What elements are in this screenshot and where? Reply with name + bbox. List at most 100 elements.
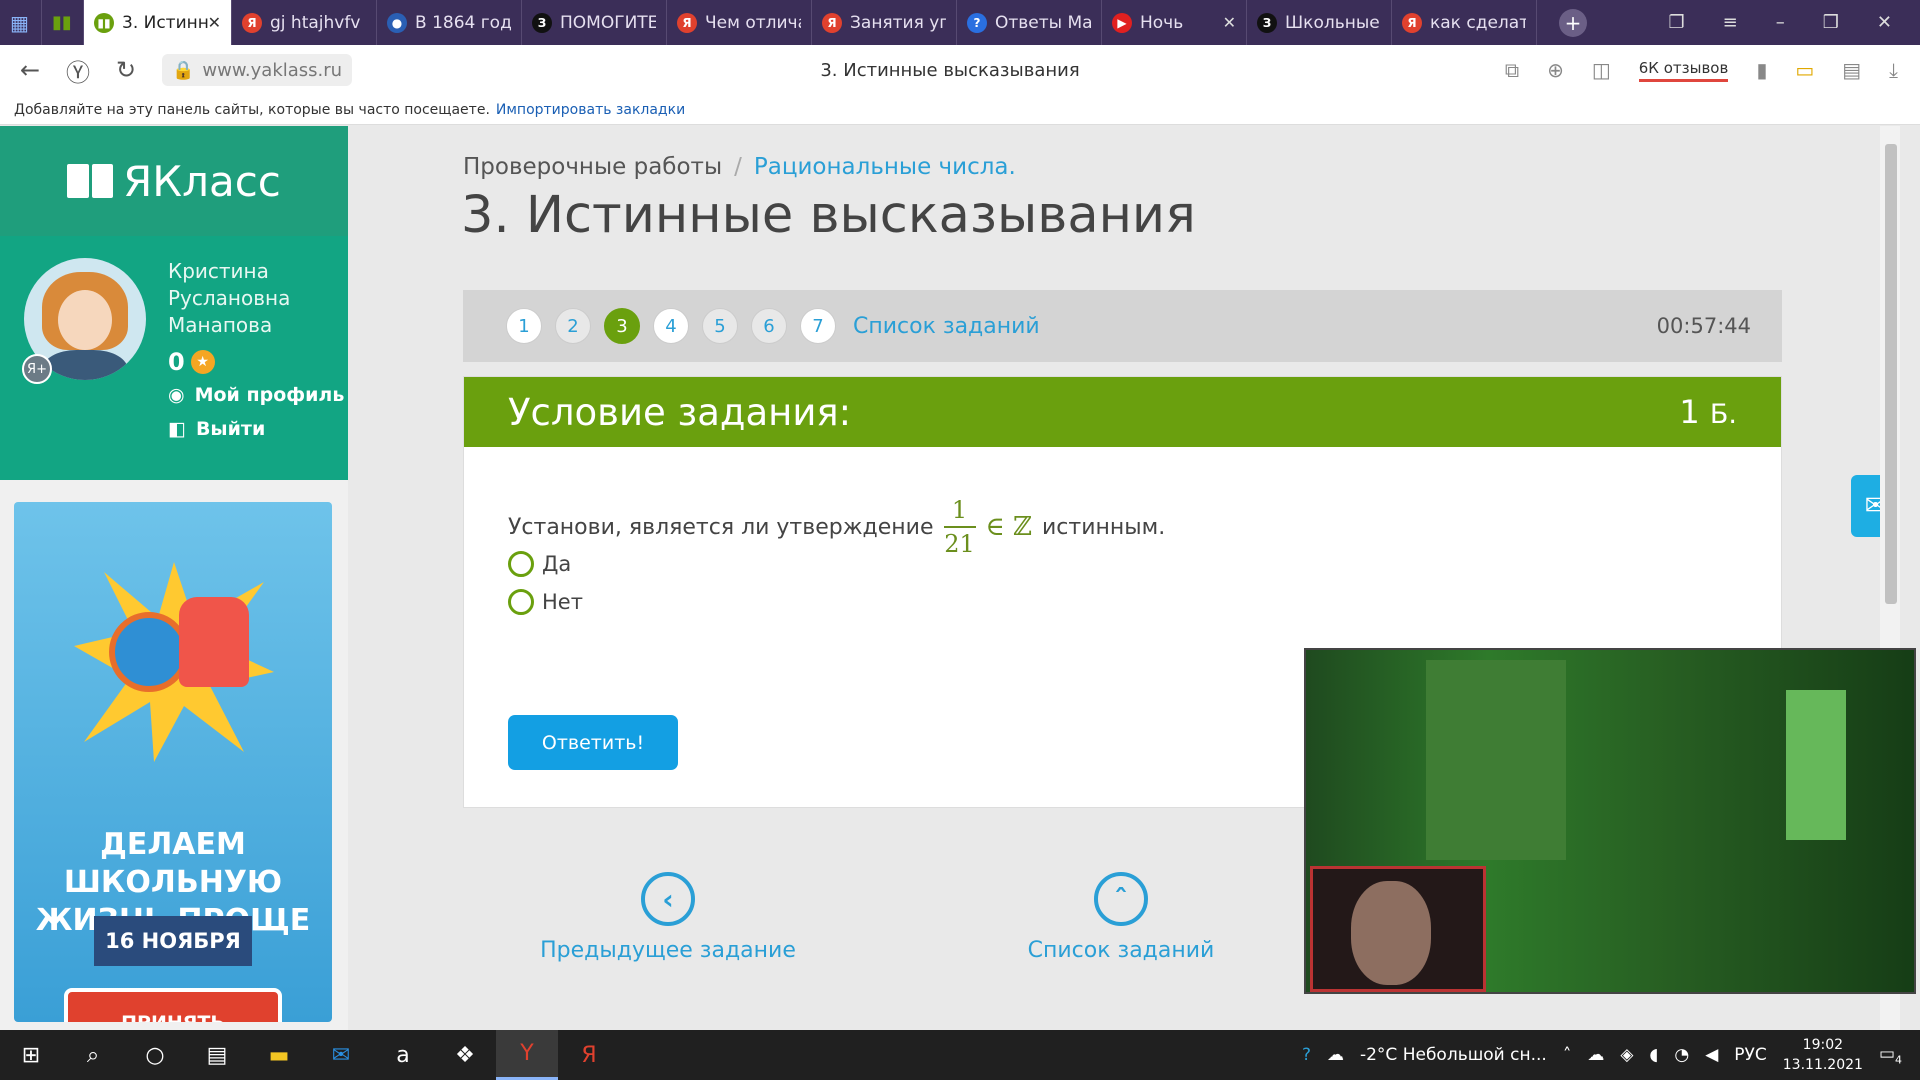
close-tab-icon[interactable]: ✕ (208, 13, 221, 32)
weather-icon[interactable]: ☁ (1327, 1045, 1344, 1065)
task-number-7[interactable]: 7 (800, 308, 836, 344)
start-icon[interactable]: ⊞ (0, 1030, 62, 1080)
task-number-1[interactable]: 1 (506, 308, 542, 344)
task-list-bottom-link[interactable]: ˆ Список заданий (971, 872, 1271, 963)
browser-tab[interactable]: З Школьные (1247, 0, 1392, 45)
dropbox-icon[interactable]: ❖ (434, 1030, 496, 1080)
help-icon[interactable]: ? (1302, 1045, 1311, 1065)
collections-icon[interactable]: ❐ (1669, 12, 1685, 33)
extensions-icon[interactable]: ⧉ (1505, 58, 1519, 82)
logo-text: ЯКласс (123, 156, 281, 206)
file-explorer-icon[interactable]: ▬ (248, 1030, 310, 1080)
user-icon: ◉ (168, 384, 185, 406)
url-field[interactable]: 🔒 www.yaklass.ru (162, 54, 353, 86)
browser-tab[interactable]: З ПОМОГИТЕ (522, 0, 667, 45)
video-door-right (1786, 690, 1846, 840)
clock[interactable]: 19:02 13.11.2021 (1783, 1035, 1863, 1075)
yandex-icon[interactable]: Ⓨ (60, 53, 96, 88)
notifications-icon[interactable]: ▭4 (1879, 1044, 1902, 1066)
url-text: www.yaklass.ru (202, 59, 343, 81)
bookmark-icon[interactable]: ▮ (1756, 58, 1767, 82)
browser-tab[interactable]: Я Занятия уго (812, 0, 957, 45)
browser-tab[interactable]: ▮▮ 3. Истинн ✕ (84, 0, 232, 45)
zoom-icon[interactable]: ⊕ (1547, 58, 1564, 82)
option-yes[interactable]: Да (508, 551, 571, 577)
import-bookmarks-link[interactable]: Импортировать закладки (496, 102, 685, 118)
chevron-up-icon: ˆ (1094, 872, 1148, 926)
task-number-2[interactable]: 2 (555, 308, 591, 344)
my-profile-link[interactable]: ◉ Мой профиль (168, 384, 344, 406)
favicon-icon: ▮▮ (94, 12, 114, 33)
submit-answer-button[interactable]: Ответить! (508, 715, 678, 770)
breadcrumb-root[interactable]: Проверочные работы (463, 154, 722, 180)
language-indicator[interactable]: РУС (1734, 1045, 1766, 1065)
mic-icon[interactable]: ◖ (1649, 1045, 1658, 1065)
minimize-icon[interactable]: – (1776, 12, 1785, 33)
question-text: Установи, является ли утверждение 1 21 ∈ … (508, 496, 1166, 558)
cortana-icon[interactable]: ○ (124, 1030, 186, 1080)
browser-tab[interactable]: Яgj htajhvfv 1 (232, 0, 377, 45)
tab-label: Школьные (1285, 12, 1380, 33)
task-number-4[interactable]: 4 (653, 308, 689, 344)
reviews-button[interactable]: 6К отзывов (1638, 59, 1729, 82)
yandex-app-icon[interactable]: Я (558, 1030, 620, 1080)
task-view-icon[interactable]: ▤ (186, 1030, 248, 1080)
task-list-link[interactable]: Список заданий (853, 314, 1040, 339)
browser-tab[interactable]: ? Ответы Mai (957, 0, 1102, 45)
breadcrumb-link[interactable]: Рациональные числа. (754, 154, 1016, 180)
backpack-graphic (179, 597, 249, 687)
menu-icon[interactable]: ≡ (1723, 12, 1738, 33)
reload-icon[interactable]: ↻ (108, 56, 144, 84)
task-card-header: Условие задания: 1 Б. (464, 377, 1781, 447)
scrollbar-thumb[interactable] (1885, 144, 1897, 604)
favicon-icon: ? (967, 12, 987, 33)
mail-app-icon[interactable]: ✉ (310, 1030, 372, 1080)
close-icon[interactable]: ✕ (1877, 12, 1892, 33)
yandex-browser-icon[interactable]: Y (496, 1030, 558, 1080)
star-icon: ★ (190, 350, 215, 374)
windows-taskbar: ⊞ ⌕ ○ ▤ ▬ ✉ a ❖ Y Я ? ☁ -2°C Небольшой с… (0, 1030, 1920, 1080)
tab-label: gj htajhvfv 1 (270, 12, 366, 33)
notes-icon[interactable]: ▤ (1842, 58, 1861, 82)
task-navigation: 1234567 Список заданий 00:57:44 (463, 290, 1782, 362)
radio-button[interactable] (508, 589, 534, 615)
radio-button[interactable] (508, 551, 534, 577)
chevron-up-tray-icon[interactable]: ˄ (1563, 1045, 1572, 1065)
back-icon[interactable]: ← (12, 56, 48, 84)
search-icon[interactable]: ⌕ (62, 1030, 124, 1080)
wifi-icon[interactable]: ◔ (1674, 1045, 1689, 1065)
promo-join-button[interactable]: ПРИНЯТЬ УЧАСТИЕ (64, 988, 282, 1022)
browser-tab[interactable]: Я Чем отлича (667, 0, 812, 45)
close-tab-icon[interactable]: ✕ (1223, 13, 1236, 32)
browser-tab[interactable]: ▶ Ночь ✕ (1102, 0, 1247, 45)
logout-link[interactable]: ◧ Выйти (168, 418, 265, 440)
onedrive-icon[interactable]: ☁ (1587, 1045, 1604, 1065)
yaklass-pinned-tab[interactable]: ▮▮ (42, 0, 84, 45)
option-no[interactable]: Нет (508, 589, 583, 615)
protect-icon[interactable]: ◫ (1592, 58, 1611, 82)
amazon-icon[interactable]: a (372, 1030, 434, 1080)
favicon-icon: ● (387, 12, 407, 33)
task-number-5[interactable]: 5 (702, 308, 738, 344)
page-title: 3. Истинные высказывания (461, 186, 1196, 245)
favicon-icon: Я (677, 12, 697, 33)
prev-task-link[interactable]: ‹ Предыдущее задание (518, 872, 818, 963)
windows-icon[interactable]: ▦ (0, 0, 42, 45)
battery-icon[interactable]: ▭ (1795, 58, 1814, 82)
restore-icon[interactable]: ❒ (1823, 12, 1839, 33)
task-number-3[interactable]: 3 (604, 308, 640, 344)
network-icon[interactable]: ◈ (1620, 1045, 1633, 1065)
browser-tab[interactable]: Якак сделать (1392, 0, 1537, 45)
new-tab-button[interactable]: + (1559, 8, 1587, 37)
promo-banner[interactable]: ДЕЛАЕМ ШКОЛЬНУЮ ЖИЗНЬ ПРОЩЕ 16 НОЯБРЯ ПР… (14, 502, 332, 1022)
tab-label: В 1864 году (415, 12, 511, 33)
download-icon[interactable]: ⤓ (1889, 58, 1898, 82)
lock-icon: 🔒 (172, 59, 195, 81)
weather-text[interactable]: -2°C Небольшой сн... (1360, 1045, 1547, 1065)
yaklass-logo[interactable]: ЯКласс (0, 126, 348, 236)
webcam-inset (1310, 866, 1486, 992)
volume-icon[interactable]: ◀ (1705, 1045, 1718, 1065)
browser-tab[interactable]: ● В 1864 году (377, 0, 522, 45)
task-number-6[interactable]: 6 (751, 308, 787, 344)
video-overlay[interactable] (1304, 648, 1916, 994)
